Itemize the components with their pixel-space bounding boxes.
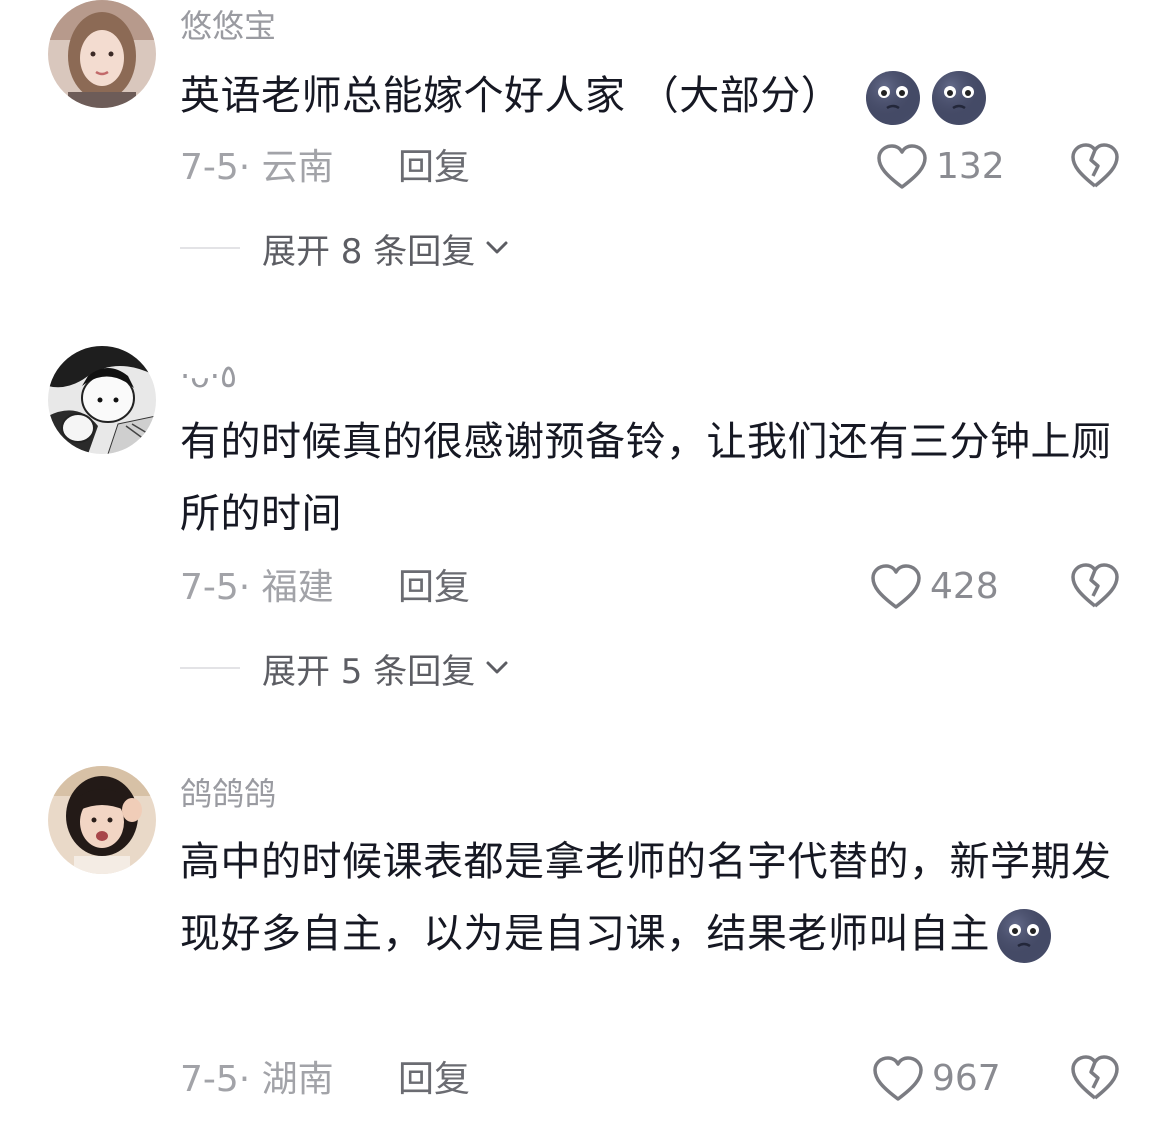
reply-button[interactable]: 回复: [398, 1058, 470, 1102]
avatar[interactable]: [48, 346, 156, 454]
avatar[interactable]: [48, 766, 156, 874]
avatar[interactable]: [48, 0, 156, 108]
dislike-button[interactable]: [1070, 142, 1120, 192]
heart-icon: [877, 144, 927, 189]
reply-button[interactable]: 回复: [398, 146, 470, 190]
broken-heart-icon: [1071, 563, 1119, 608]
comment-author[interactable]: 鸽鸽鸽: [180, 774, 276, 814]
comment-text: 有的时候真的很感谢预备铃，让我们还有三分钟上厕所的时间: [180, 419, 1112, 537]
heart-icon: [871, 564, 921, 609]
expand-replies-label: 展开 8 条回复: [262, 231, 476, 272]
dislike-button[interactable]: [1070, 562, 1120, 612]
nervous-moon-face-emoji-icon: [865, 70, 921, 126]
divider-line: [180, 667, 240, 669]
expand-replies-label: 展开 5 条回复: [262, 651, 476, 692]
like-count: 132: [936, 146, 1005, 187]
like-button[interactable]: 132: [876, 142, 1005, 192]
like-count: 428: [930, 566, 999, 607]
dislike-button[interactable]: [1070, 1054, 1120, 1104]
chevron-down-icon: [486, 661, 508, 674]
like-button[interactable]: 967: [872, 1054, 1001, 1104]
divider-line: [180, 247, 240, 249]
comment-text: 英语老师总能嫁个好人家 （大部分）: [180, 60, 1120, 132]
nervous-moon-face-emoji-icon: [931, 70, 987, 126]
chevron-down-icon: [486, 241, 508, 254]
comment-text: 高中的时候课表都是拿老师的名字代替的，新学期发现好多自主，以为是自习课，结果老师…: [180, 826, 1120, 970]
broken-heart-icon: [1071, 143, 1119, 188]
comment-date-location: 7-5· 湖南: [180, 1059, 334, 1100]
comment-date-location: 7-5· 福建: [180, 567, 334, 608]
comment-author[interactable]: 悠悠宝: [180, 6, 276, 46]
nervous-moon-face-emoji-icon: [996, 908, 1052, 964]
comment-date-location: 7-5· 云南: [180, 147, 334, 188]
comment-author[interactable]: ·ᴗ·٥: [180, 356, 237, 396]
expand-replies-button[interactable]: 展开 5 条回复: [180, 646, 509, 692]
broken-heart-icon: [1071, 1055, 1119, 1100]
like-count: 967: [932, 1058, 1001, 1099]
heart-icon: [873, 1056, 923, 1101]
reply-button[interactable]: 回复: [398, 566, 470, 610]
comment-text-content: 英语老师总能嫁个好人家 （大部分）: [180, 73, 842, 119]
like-button[interactable]: 428: [870, 562, 999, 612]
expand-replies-button[interactable]: 展开 8 条回复: [180, 226, 509, 272]
comment-text-content: 高中的时候课表都是拿老师的名字代替的，新学期发现好多自主，以为是自习课，结果老师…: [180, 839, 1112, 957]
